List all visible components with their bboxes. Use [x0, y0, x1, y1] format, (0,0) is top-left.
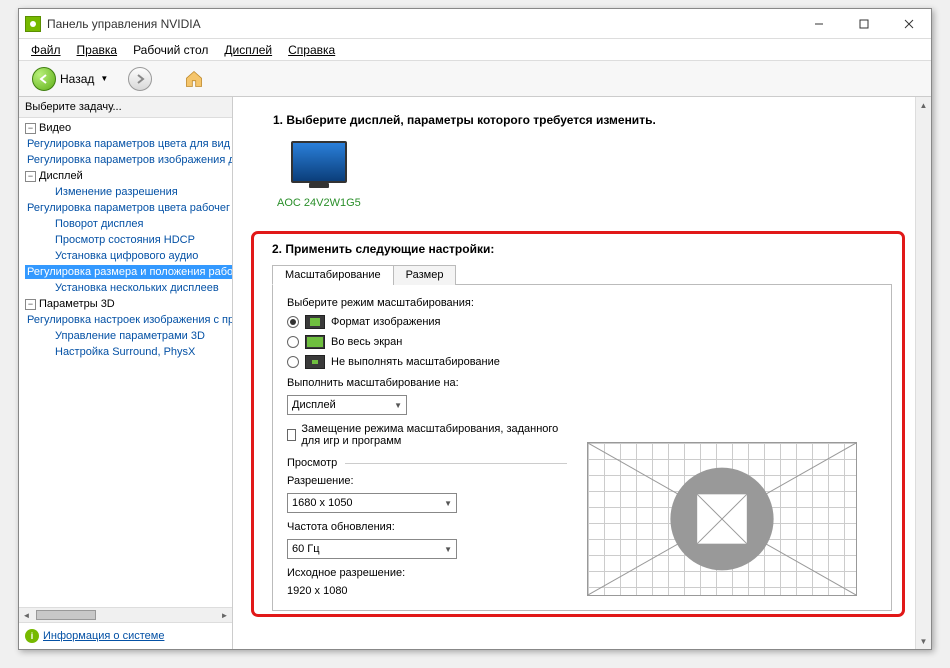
monitor-icon [291, 141, 347, 183]
radio-row-aspect[interactable]: Формат изображения [287, 315, 567, 329]
app-window: Панель управления NVIDIA Файл Правка Раб… [18, 8, 932, 650]
step1-title: 1. Выберите дисплей, параметры которого … [273, 113, 907, 127]
content-v-scrollbar[interactable]: ▲▼ [915, 97, 931, 649]
tree-link-video-color[interactable]: Регулировка параметров цвета для вид [25, 137, 232, 151]
titlebar: Панель управления NVIDIA [19, 9, 931, 39]
back-button[interactable]: Назад ▼ [25, 64, 117, 94]
maximize-button[interactable] [841, 9, 886, 38]
override-checkbox[interactable] [287, 429, 296, 441]
nvidia-icon [25, 16, 41, 32]
back-icon [32, 67, 56, 91]
tree-link-rotate[interactable]: Поворот дисплея [53, 217, 145, 231]
minimize-button[interactable] [796, 9, 841, 38]
forward-button[interactable] [121, 64, 159, 94]
tree-link-change-res[interactable]: Изменение разрешения [53, 185, 180, 199]
refresh-select[interactable]: 60 Гц ▼ [287, 539, 457, 559]
content-pane: ▲▼ 1. Выберите дисплей, параметры которо… [233, 97, 931, 649]
tree-node-video[interactable]: Видео [39, 121, 71, 135]
radio-full[interactable] [287, 336, 299, 348]
step2-highlight-box: 2. Применить следующие настройки: Масшта… [251, 231, 905, 617]
close-button[interactable] [886, 9, 931, 38]
tree-link-surround[interactable]: Настройка Surround, PhysX [53, 345, 197, 359]
perform-on-select[interactable]: Дисплей ▼ [287, 395, 407, 415]
tree-link-img3d[interactable]: Регулировка настроек изображения с пр [25, 313, 232, 327]
tree-node-3d[interactable]: Параметры 3D [39, 297, 115, 311]
tree-link-audio[interactable]: Установка цифрового аудио [53, 249, 200, 263]
tab-scaling[interactable]: Масштабирование [272, 265, 394, 285]
preview-pattern [587, 442, 857, 596]
tab-size[interactable]: Размер [393, 265, 457, 285]
tree-link-video-image[interactable]: Регулировка параметров изображения д [25, 153, 232, 167]
tree-toggle-video[interactable]: − [25, 123, 36, 134]
sidebar: Выберите задачу... −Видео Регулировка па… [19, 97, 233, 649]
back-caret-icon: ▼ [98, 74, 110, 83]
tabs: Масштабирование Размер [272, 264, 892, 285]
perform-on-value: Дисплей [292, 399, 336, 411]
back-label: Назад [60, 72, 94, 86]
radio-none-label: Не выполнять масштабирование [331, 356, 500, 368]
override-checkbox-row[interactable]: Замещение режима масштабирования, заданн… [287, 423, 567, 447]
tab-body-scaling: Выберите режим масштабирования: Формат и… [272, 285, 892, 611]
radio-row-none[interactable]: Не выполнять масштабирование [287, 355, 567, 369]
radio-row-full[interactable]: Во весь экран [287, 335, 567, 349]
task-tree: −Видео Регулировка параметров цвета для … [19, 118, 232, 622]
tree-toggle-3d[interactable]: − [25, 299, 36, 310]
sidebar-h-scrollbar[interactable]: ◄► [19, 607, 232, 622]
aspect-icon [305, 315, 325, 329]
radio-aspect-label: Формат изображения [331, 316, 441, 328]
step2-title: 2. Применить следующие настройки: [272, 242, 892, 256]
menu-desktop[interactable]: Рабочий стол [125, 41, 216, 59]
tree-link-hdcp[interactable]: Просмотр состояния HDCP [53, 233, 197, 247]
home-button[interactable] [175, 64, 213, 94]
scaling-mode-label: Выберите режим масштабирования: [287, 297, 567, 309]
none-icon [305, 355, 325, 369]
system-info-link[interactable]: Информация о системе [43, 630, 164, 642]
override-label: Замещение режима масштабирования, заданн… [301, 423, 567, 447]
sidebar-footer: i Информация о системе [19, 622, 232, 649]
menu-help[interactable]: Справка [280, 41, 343, 59]
tree-link-manage3d[interactable]: Управление параметрами 3D [53, 329, 207, 343]
menu-edit[interactable]: Правка [69, 41, 126, 59]
tree-node-display[interactable]: Дисплей [39, 169, 83, 183]
toolbar: Назад ▼ [19, 61, 931, 97]
menu-display[interactable]: Дисплей [216, 41, 280, 59]
tree-link-desk-color[interactable]: Регулировка параметров цвета рабочег [25, 201, 232, 215]
resolution-select[interactable]: 1680 x 1050 ▼ [287, 493, 457, 513]
info-icon: i [25, 629, 39, 643]
home-icon [182, 67, 206, 91]
chevron-down-icon: ▼ [444, 499, 452, 508]
chevron-down-icon: ▼ [394, 401, 402, 410]
forward-icon [128, 67, 152, 91]
tree-link-multi[interactable]: Установка нескольких дисплеев [53, 281, 221, 295]
tree-toggle-display[interactable]: − [25, 171, 36, 182]
preview-label: Просмотр [287, 457, 337, 469]
refresh-value: 60 Гц [292, 543, 320, 555]
radio-aspect[interactable] [287, 316, 299, 328]
tree-link-size-pos[interactable]: Регулировка размера и положения рабо [25, 265, 232, 279]
window-title: Панель управления NVIDIA [47, 17, 201, 31]
resolution-label: Разрешение: [287, 475, 567, 487]
native-value: 1920 x 1080 [287, 585, 567, 597]
sidebar-header: Выберите задачу... [19, 97, 232, 118]
resolution-value: 1680 x 1050 [292, 497, 353, 509]
monitor-label: AOC 24V2W1G5 [277, 197, 361, 209]
radio-none[interactable] [287, 356, 299, 368]
menubar: Файл Правка Рабочий стол Дисплей Справка [19, 39, 931, 61]
full-icon [305, 335, 325, 349]
menu-file[interactable]: Файл [23, 41, 69, 59]
native-label: Исходное разрешение: [287, 567, 567, 579]
chevron-down-icon: ▼ [444, 545, 452, 554]
radio-full-label: Во весь экран [331, 336, 402, 348]
refresh-label: Частота обновления: [287, 521, 567, 533]
perform-on-label: Выполнить масштабирование на: [287, 377, 567, 389]
monitor-item[interactable]: AOC 24V2W1G5 [273, 137, 365, 213]
